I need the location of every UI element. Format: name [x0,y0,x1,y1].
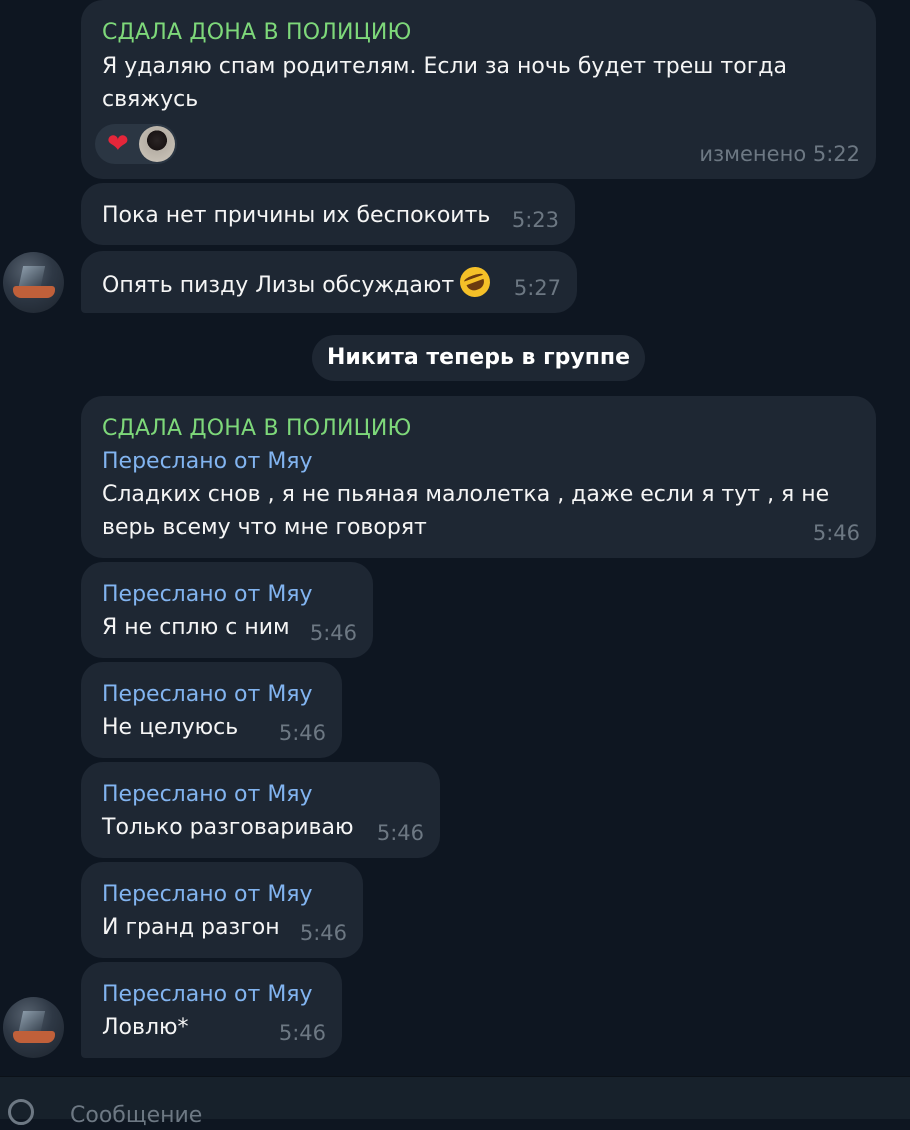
message-bubble[interactable]: Переслано от Мяу Не целуюсь 5:46 [81,662,342,758]
rolling-on-floor-laughing-emoji-icon [455,262,495,302]
message-bubble[interactable]: Переслано от Мяу Я не сплю с ним 5:46 [81,562,373,658]
message-text: Сладких снов , я не пьяная малолетка , д… [102,482,830,507]
message-text: Опять пизду Лизы обсуждают [102,262,495,302]
sender-avatar[interactable] [3,252,64,313]
message-text: верь всему что мне говорят [102,515,427,540]
message-bubble[interactable]: Переслано от Мяу И гранд разгон 5:46 [81,862,363,958]
message-time: 5:46 [278,721,326,745]
chat-history[interactable]: СДАЛА ДОНА В ПОЛИЦИЮ Я удаляю спам родит… [0,0,910,1076]
reactor-avatar [139,126,175,162]
boat-shape [13,1031,55,1043]
boat-shape [13,286,55,298]
message-text: Я не сплю с ним [102,615,290,640]
service-message: Никита теперь в группе [312,335,645,381]
message-time: 5:46 [309,621,357,645]
message-bubble[interactable]: Пока нет причины их беспокоить 5:23 [81,183,575,245]
message-time: 5:23 [511,208,559,232]
forwarded-from-label[interactable]: Переслано от Мяу [102,778,313,811]
message-composer [0,1076,910,1130]
message-text: свяжусь [102,87,199,112]
message-time: 5:46 [812,521,860,545]
message-text: Ловлю* [102,1015,189,1040]
sender-avatar[interactable] [3,997,64,1058]
attach-icon[interactable] [2,1093,40,1130]
message-time: изменено 5:22 [699,142,860,166]
sender-name[interactable]: СДАЛА ДОНА В ПОЛИЦИЮ [102,412,412,445]
message-bubble[interactable]: Опять пизду Лизы обсуждают 5:27 [81,251,577,313]
reaction-chip[interactable]: ❤ [95,124,177,164]
forwarded-from-label[interactable]: Переслано от Мяу [102,578,313,611]
heart-icon: ❤ [107,129,129,159]
message-input[interactable] [70,1103,770,1128]
message-time: 5:27 [513,276,561,300]
forwarded-from-label[interactable]: Переслано от Мяу [102,678,313,711]
message-bubble[interactable]: Переслано от Мяу Только разговариваю 5:4… [81,762,440,858]
message-bubble[interactable]: СДАЛА ДОНА В ПОЛИЦИЮ Я удаляю спам родит… [81,0,876,179]
message-text: Я удаляю спам родителям. Если за ночь бу… [102,54,787,79]
message-text: И гранд разгон [102,915,280,940]
message-bubble[interactable]: Переслано от Мяу Ловлю* 5:46 [81,962,342,1058]
message-text: Не целуюсь [102,715,239,740]
message-time: 5:46 [278,1021,326,1045]
message-time: 5:46 [376,821,424,845]
forwarded-from-label[interactable]: Переслано от Мяу [102,978,313,1011]
message-text: Пока нет причины их беспокоить [102,203,491,228]
sender-name[interactable]: СДАЛА ДОНА В ПОЛИЦИЮ [102,16,412,49]
message-text: Только разговариваю [102,815,354,840]
message-bubble[interactable]: СДАЛА ДОНА В ПОЛИЦИЮ Переслано от Мяу Сл… [81,396,876,558]
sail-shape [18,266,46,286]
message-time: 5:46 [299,921,347,945]
forwarded-from-label[interactable]: Переслано от Мяу [102,445,313,478]
sail-shape [18,1011,46,1031]
message-text-content: Опять пизду Лизы обсуждают [102,273,455,298]
forwarded-from-label[interactable]: Переслано от Мяу [102,878,313,911]
